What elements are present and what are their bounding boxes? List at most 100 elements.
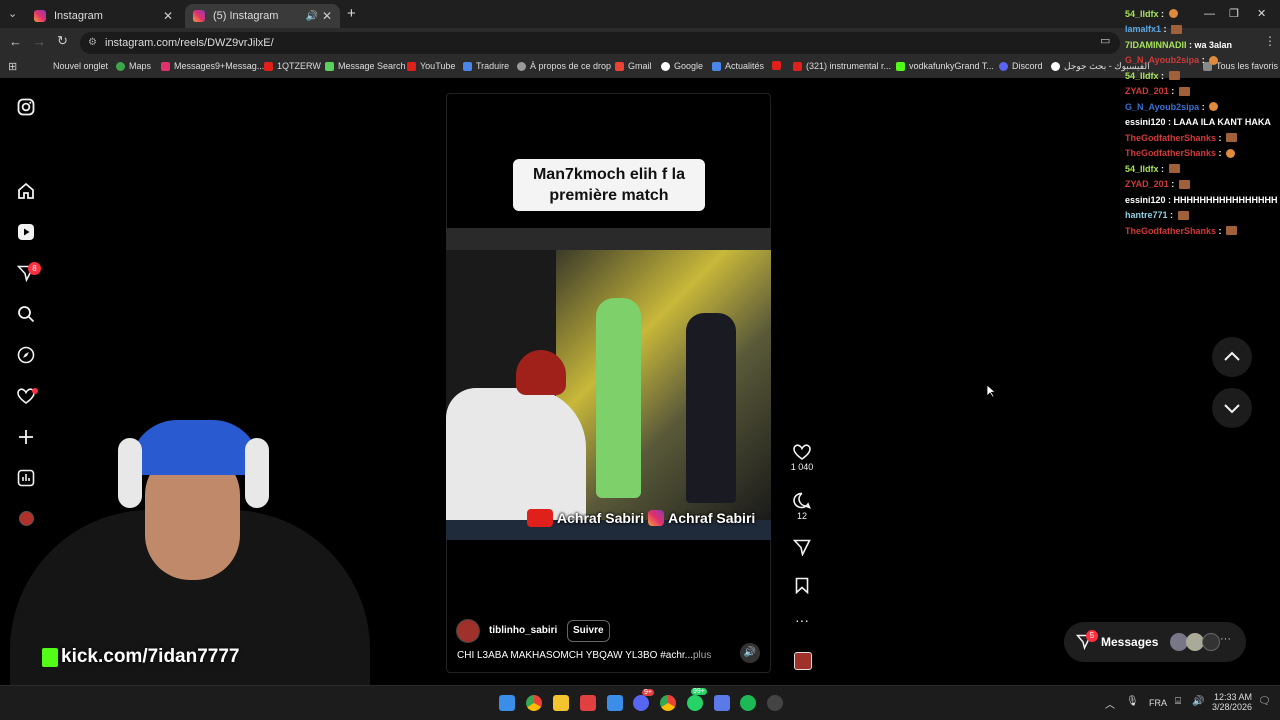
- bookmark[interactable]: YouTube: [407, 61, 455, 71]
- headphone-right: [245, 438, 269, 508]
- microphone-icon[interactable]: 🎙: [1126, 696, 1139, 707]
- bookmark[interactable]: Gmail: [615, 61, 652, 71]
- volume-icon[interactable]: 🔊: [740, 643, 760, 663]
- network-icon[interactable]: ⌸: [1175, 696, 1181, 707]
- discord-icon: [999, 61, 1008, 71]
- save-button[interactable]: [790, 577, 814, 596]
- author-username[interactable]: tiblinho_sabiri: [489, 625, 557, 636]
- browser-tab-bar: ⌄ Instagram ✕ (5) Instagram 🔊 ✕ +: [0, 0, 1280, 28]
- bookmark[interactable]: Messages9+Messag...: [161, 61, 264, 71]
- explore-icon[interactable]: [17, 346, 35, 364]
- bookmark[interactable]: (321) instrumental r...: [793, 61, 891, 71]
- notification-center-icon[interactable]: 🗨: [1258, 696, 1271, 707]
- bookmark-label: Messages9+Messag...: [174, 61, 265, 71]
- close-tab-icon[interactable]: ✕: [163, 9, 173, 23]
- home-icon[interactable]: [17, 182, 35, 200]
- youtube-icon: [772, 61, 781, 70]
- app-icon[interactable]: [714, 695, 730, 711]
- chat-message: G_N_Ayoub2sipa :: [1125, 53, 1280, 69]
- audio-thumbnail[interactable]: [794, 652, 812, 670]
- like-button[interactable]: 1 040: [790, 444, 814, 472]
- bookmark-label: Google: [674, 61, 704, 71]
- reload-icon[interactable]: ↻: [57, 33, 68, 49]
- tray-chevron-icon[interactable]: ︿: [1105, 696, 1115, 711]
- start-icon[interactable]: [499, 695, 515, 711]
- minimize-icon[interactable]: —: [1204, 8, 1215, 20]
- gmail-icon: [615, 61, 624, 71]
- discord-badge: 9+: [642, 689, 654, 696]
- tab-instagram-2-active[interactable]: (5) Instagram 🔊 ✕: [185, 4, 340, 28]
- kick-icon: [896, 61, 905, 71]
- chat-text: HHHHHHHHHHHHHHHH: [1173, 194, 1278, 205]
- send-icon: [792, 539, 811, 557]
- apps-grid-icon[interactable]: ⊞: [8, 60, 17, 73]
- next-reel-button[interactable]: [1212, 388, 1252, 428]
- chat-message: 54_lldfx :: [1125, 68, 1280, 84]
- instagram-logo-icon[interactable]: [17, 98, 35, 116]
- tab-instagram-1[interactable]: Instagram ✕: [26, 4, 181, 28]
- bookmark[interactable]: Nouvel onglet: [53, 61, 108, 71]
- chrome-icon[interactable]: [526, 695, 542, 711]
- discord-icon[interactable]: [633, 695, 649, 711]
- bookmark[interactable]: vodkafunkyGrand T...: [896, 61, 994, 71]
- comment-button[interactable]: 12: [790, 492, 814, 521]
- clock[interactable]: 12:33 AM 3/28/2026: [1212, 692, 1252, 712]
- tab-title: Instagram: [54, 10, 103, 22]
- more-icon: ···: [1220, 633, 1231, 645]
- new-tab-icon[interactable]: +: [347, 5, 356, 22]
- bookmark[interactable]: Traduire: [463, 61, 509, 71]
- cast-icon[interactable]: ▭: [1100, 34, 1110, 47]
- language-indicator[interactable]: FRA: [1149, 698, 1167, 708]
- kick-url-text: kick.com/7idan7777: [61, 646, 240, 667]
- bookmark[interactable]: Google: [661, 61, 703, 71]
- whatsapp-icon[interactable]: [687, 695, 703, 711]
- chat-text: LAAA ILA KANT HAKA: [1173, 117, 1271, 128]
- chat-message: lamalfx1 :: [1125, 22, 1280, 38]
- chat-message: 54_lldfx :: [1125, 161, 1280, 177]
- bookmark[interactable]: [772, 61, 785, 70]
- bookmark[interactable]: Actualités: [712, 61, 764, 71]
- spotify-icon[interactable]: [740, 695, 756, 711]
- reel-description: CHI L3ABA MAKHASOMCH YBQAW YL3BO #achr..…: [457, 650, 694, 661]
- back-icon[interactable]: ←: [9, 34, 22, 49]
- audio-playing-icon[interactable]: 🔊: [306, 11, 318, 22]
- bookmark[interactable]: À propos de ce drop: [517, 61, 611, 71]
- bookmark[interactable]: Message Search: [325, 61, 406, 71]
- author-avatar[interactable]: [456, 619, 480, 643]
- bookmark[interactable]: Discord: [999, 61, 1043, 71]
- chat-message: essini120 : HHHHHHHHHHHHHHHH: [1125, 194, 1278, 205]
- previous-reel-button[interactable]: [1212, 337, 1252, 377]
- forward-icon[interactable]: →: [33, 34, 46, 49]
- bookmark[interactable]: 1QTZERW: [264, 61, 321, 71]
- bookmark[interactable]: Maps: [116, 61, 151, 71]
- volume-tray-icon[interactable]: 🔊: [1192, 696, 1204, 707]
- messages-pill[interactable]: 5 Messages ···: [1064, 622, 1246, 662]
- reels-icon[interactable]: [17, 223, 35, 241]
- chat-emote: [1178, 86, 1190, 96]
- stream-chat-overlay: 54_lldfx : lamalfx1 : 7IDAMINNADII : wa …: [1125, 6, 1280, 239]
- streamer-overlay-figure: [446, 388, 586, 520]
- share-button[interactable]: [790, 539, 814, 558]
- restore-icon[interactable]: ❐: [1229, 7, 1239, 20]
- search-icon[interactable]: [17, 305, 35, 323]
- obs-icon[interactable]: [767, 695, 783, 711]
- reel-video-frame[interactable]: [446, 228, 771, 540]
- more-link[interactable]: plus: [693, 650, 711, 661]
- translate-icon: [463, 61, 472, 71]
- follow-button[interactable]: Suivre: [567, 620, 610, 642]
- tab-search-icon[interactable]: ⌄: [8, 7, 17, 20]
- comments-count: 12: [796, 511, 807, 521]
- chat-message: TheGodfatherShanks :: [1125, 146, 1280, 162]
- file-explorer-icon[interactable]: [553, 695, 569, 711]
- close-tab-icon[interactable]: ✕: [322, 9, 332, 23]
- close-window-icon[interactable]: ✕: [1257, 7, 1266, 20]
- site-info-icon[interactable]: ⚙: [88, 32, 97, 54]
- chrome-active-icon[interactable]: [660, 695, 676, 711]
- notepad-icon[interactable]: [607, 695, 623, 711]
- chat-emote: [1168, 71, 1180, 81]
- app-icon[interactable]: [580, 695, 596, 711]
- instagram-favicon-icon: [193, 10, 205, 22]
- more-options-icon[interactable]: ···: [790, 612, 814, 628]
- clock-time: 12:33 AM: [1213, 692, 1252, 702]
- url-field[interactable]: ⚙ instagram.com/reels/DWZ9vrJilxE/: [80, 32, 1120, 54]
